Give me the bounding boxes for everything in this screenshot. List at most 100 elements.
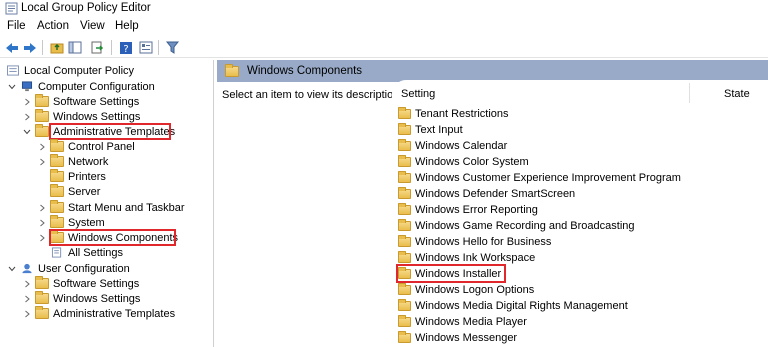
filter-button[interactable] xyxy=(164,39,181,56)
folder-icon xyxy=(50,154,64,167)
list-item[interactable]: Windows Color System xyxy=(398,154,529,169)
show-hide-tree-icon xyxy=(68,41,81,54)
tree-label: Computer Configuration xyxy=(38,80,155,93)
chevron-down-icon[interactable] xyxy=(7,264,17,274)
list-item[interactable]: Windows Game Recording and Broadcasting xyxy=(398,218,635,233)
chevron-right-icon[interactable] xyxy=(22,112,32,122)
policy-editor-icon xyxy=(5,2,18,15)
tree-node-printers[interactable]: Printers xyxy=(50,169,106,184)
folder-icon xyxy=(50,169,64,182)
folder-icon xyxy=(35,291,49,304)
chevron-right-icon[interactable] xyxy=(22,294,32,304)
list-item[interactable]: Tenant Restrictions xyxy=(398,106,509,121)
list-item[interactable]: Windows Calendar xyxy=(398,138,507,153)
tree-node-local-computer-policy[interactable]: Local Computer Policy xyxy=(6,63,134,78)
console-tree: Local Computer Policy Computer Configura… xyxy=(0,60,214,347)
tree-node-user-administrative-templates[interactable]: Administrative Templates xyxy=(22,306,175,321)
export-list-button[interactable] xyxy=(88,39,105,56)
list-item[interactable]: Windows Defender SmartScreen xyxy=(398,186,575,201)
folder-icon xyxy=(35,306,49,319)
menu-help[interactable]: Help xyxy=(115,20,139,32)
chevron-right-icon[interactable] xyxy=(37,233,47,243)
folder-icon xyxy=(398,330,411,343)
tree-node-user-windows-settings[interactable]: Windows Settings xyxy=(22,291,140,306)
tree-node-software-settings[interactable]: Software Settings xyxy=(22,94,139,109)
help-button[interactable]: ? xyxy=(117,39,134,56)
folder-icon xyxy=(225,64,239,77)
folder-icon xyxy=(398,298,411,311)
chevron-down-icon[interactable] xyxy=(7,82,17,92)
menu-action[interactable]: Action xyxy=(37,20,69,32)
tree-node-user-configuration[interactable]: User Configuration xyxy=(7,261,130,276)
folder-icon xyxy=(35,94,49,107)
properties-icon xyxy=(139,41,152,54)
chevron-right-icon[interactable] xyxy=(37,142,47,152)
svg-text:?: ? xyxy=(123,44,128,55)
folder-icon xyxy=(50,215,64,228)
list-item[interactable]: Windows Media Digital Rights Management xyxy=(398,298,628,313)
tree-node-control-panel[interactable]: Control Panel xyxy=(37,139,135,154)
tree-node-computer-configuration[interactable]: Computer Configuration xyxy=(7,79,155,94)
tree-label: Server xyxy=(68,185,101,198)
window-title: Local Group Policy Editor xyxy=(21,2,151,14)
folder-icon xyxy=(398,234,411,247)
chevron-right-icon[interactable] xyxy=(37,203,47,213)
folder-icon xyxy=(398,106,411,119)
tree-label: Software Settings xyxy=(53,95,140,108)
filter-icon xyxy=(166,41,179,54)
column-divider[interactable] xyxy=(689,83,690,103)
properties-button[interactable] xyxy=(137,39,154,56)
chevron-right-icon[interactable] xyxy=(22,97,32,107)
folder-icon xyxy=(398,202,411,215)
chevron-right-icon[interactable] xyxy=(37,218,47,228)
details-pane: Windows Components Select an item to vie… xyxy=(217,60,768,347)
column-header-state[interactable]: State xyxy=(724,88,750,100)
chevron-right-icon[interactable] xyxy=(22,279,32,289)
list-item[interactable]: Windows Hello for Business xyxy=(398,234,551,249)
list-item[interactable]: Windows Ink Workspace xyxy=(398,250,535,265)
settings-list: Setting State Tenant Restrictions Text I… xyxy=(392,80,768,347)
menu-view[interactable]: View xyxy=(80,20,105,32)
tree-label: System xyxy=(68,216,105,229)
folder-icon xyxy=(398,250,411,263)
column-header-setting[interactable]: Setting xyxy=(401,88,435,100)
tree-node-network[interactable]: Network xyxy=(37,154,108,169)
export-list-icon xyxy=(91,41,103,54)
list-item[interactable]: Windows Messenger xyxy=(398,330,517,345)
tree-node-start-menu-taskbar[interactable]: Start Menu and Taskbar xyxy=(37,200,185,215)
tree-label: Control Panel xyxy=(68,140,135,153)
all-settings-icon xyxy=(51,247,62,258)
back-button[interactable] xyxy=(3,39,20,56)
show-hide-tree-button[interactable] xyxy=(66,39,83,56)
tree-label: User Configuration xyxy=(38,262,130,275)
list-item[interactable]: Text Input xyxy=(398,122,463,137)
tree-label: Network xyxy=(68,155,109,168)
chevron-right-icon[interactable] xyxy=(22,309,32,319)
list-item[interactable]: Windows Media Player xyxy=(398,314,527,329)
chevron-down-icon[interactable] xyxy=(22,127,32,137)
folder-icon xyxy=(398,170,411,183)
folder-icon xyxy=(398,186,411,199)
list-item[interactable]: Windows Logon Options xyxy=(398,282,534,297)
tree-label: Administrative Templates xyxy=(53,307,176,320)
tree-node-all-settings[interactable]: All Settings xyxy=(50,245,123,260)
tree-node-windows-settings[interactable]: Windows Settings xyxy=(22,109,140,124)
folder-icon xyxy=(35,109,49,122)
user-icon xyxy=(22,263,32,274)
toolbar: ? xyxy=(0,37,768,58)
tree-node-system[interactable]: System xyxy=(37,215,105,230)
list-item[interactable]: Windows Customer Experience Improvement … xyxy=(398,170,681,185)
tree-label: Printers xyxy=(68,170,106,183)
back-arrow-icon xyxy=(5,42,18,53)
tree-node-user-software-settings[interactable]: Software Settings xyxy=(22,276,139,291)
tree-label: Windows Settings xyxy=(53,292,141,305)
details-header: Windows Components xyxy=(217,60,768,82)
list-item[interactable]: Windows Error Reporting xyxy=(398,202,538,217)
menu-file[interactable]: File xyxy=(7,20,26,32)
tree-label: Windows Settings xyxy=(53,110,141,123)
chevron-right-icon[interactable] xyxy=(37,157,47,167)
folder-icon xyxy=(398,122,411,135)
up-folder-button[interactable] xyxy=(48,39,65,56)
tree-node-server[interactable]: Server xyxy=(50,184,100,199)
forward-button[interactable] xyxy=(21,39,38,56)
